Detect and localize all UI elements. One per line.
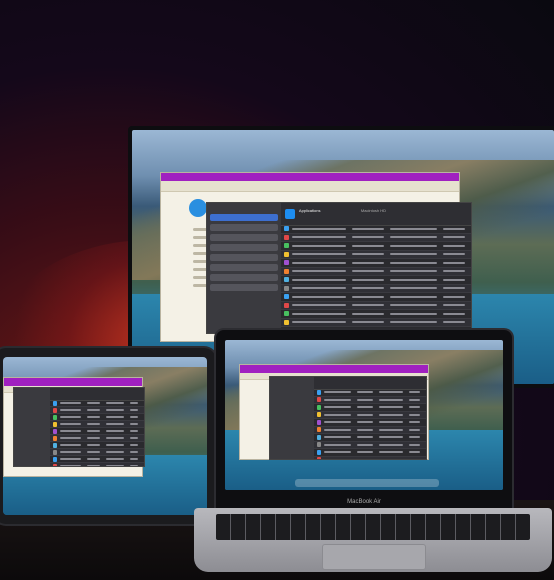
tablet-screen [3,357,207,515]
app-icon [316,397,321,403]
app-row[interactable] [313,389,426,397]
app-row[interactable] [280,284,471,293]
app-icon [53,463,58,466]
app-row[interactable] [50,428,144,435]
sidebar-item[interactable] [210,244,278,251]
document-toolbar [161,181,459,192]
app-icon [53,449,58,455]
app-row[interactable] [280,293,471,302]
app-icon [316,412,321,418]
app-icon [53,442,58,448]
avatar [189,199,207,217]
finder-header: Applications Macintosh HD [280,203,471,226]
app-row[interactable] [313,426,426,434]
app-row[interactable] [280,250,471,259]
applications-title: Applications [298,208,321,213]
app-row[interactable] [50,449,144,456]
app-icon [283,243,289,249]
app-row[interactable] [280,242,471,251]
app-row[interactable] [280,276,471,285]
app-row[interactable] [280,267,471,276]
app-row[interactable] [280,233,471,242]
app-row[interactable] [313,441,426,449]
app-row[interactable] [50,456,144,463]
app-icon [53,421,58,427]
app-row[interactable] [50,400,144,407]
app-icon [53,407,58,413]
tablet [0,348,216,524]
photo-scene: Applications Macintosh HD MacBook Air [0,0,554,580]
app-icon [283,311,289,317]
laptop: MacBook Air [214,328,514,510]
app-row[interactable] [280,318,471,327]
app-row[interactable] [313,411,426,419]
sidebar-item-applications[interactable] [210,214,278,221]
app-row[interactable] [280,225,471,234]
applications-window: Applications Macintosh HD [206,202,472,334]
laptop-brand-label: MacBook Air [347,499,381,505]
app-row[interactable] [50,463,144,466]
app-row[interactable] [313,396,426,404]
app-row[interactable] [280,310,471,319]
document-titlebar [161,173,459,181]
app-icon [283,277,289,283]
storage-caption: Macintosh HD [360,208,387,213]
sidebar-item[interactable] [210,234,278,241]
app-icon [283,302,289,308]
app-icon [283,260,289,266]
app-row[interactable] [50,435,144,442]
app-row[interactable] [313,434,426,442]
app-row[interactable] [313,419,426,427]
laptop-keyboard-base [194,508,552,572]
app-row[interactable] [313,456,426,459]
laptop-dock [295,479,439,487]
app-icon [316,404,321,410]
app-icon [283,268,289,274]
finder-sidebar [207,203,281,333]
app-icon [283,226,289,232]
app-row[interactable] [50,407,144,414]
app-row[interactable] [50,421,144,428]
app-row[interactable] [50,442,144,449]
app-row[interactable] [50,414,144,421]
app-store-icon [284,209,295,219]
app-icon [53,414,58,420]
tablet-applications-window [13,387,145,467]
app-icon [283,285,289,291]
app-icon [316,434,321,440]
app-icon [283,319,289,325]
app-icon [316,442,321,448]
app-icon [53,456,58,462]
app-icon [316,427,321,433]
app-icon [53,400,58,406]
sidebar-item[interactable] [210,264,278,271]
app-icon [53,428,58,434]
sidebar-item[interactable] [210,274,278,281]
app-row[interactable] [280,301,471,310]
app-icon [316,449,321,455]
app-row[interactable] [313,404,426,412]
app-row[interactable] [280,259,471,268]
app-row[interactable] [313,449,426,457]
sidebar-item[interactable] [210,224,278,231]
sidebar-item[interactable] [210,254,278,261]
laptop-screen [225,340,503,490]
app-icon [283,234,289,240]
app-icon [283,294,289,300]
laptop-applications-window [269,376,427,460]
sidebar-item[interactable] [210,284,278,291]
trackpad [322,544,426,570]
app-icon [283,251,289,257]
app-icon [316,419,321,425]
keyboard [216,514,530,540]
app-icon [53,435,58,441]
applications-list [280,225,471,333]
app-icon [316,457,321,459]
app-icon [316,389,321,395]
